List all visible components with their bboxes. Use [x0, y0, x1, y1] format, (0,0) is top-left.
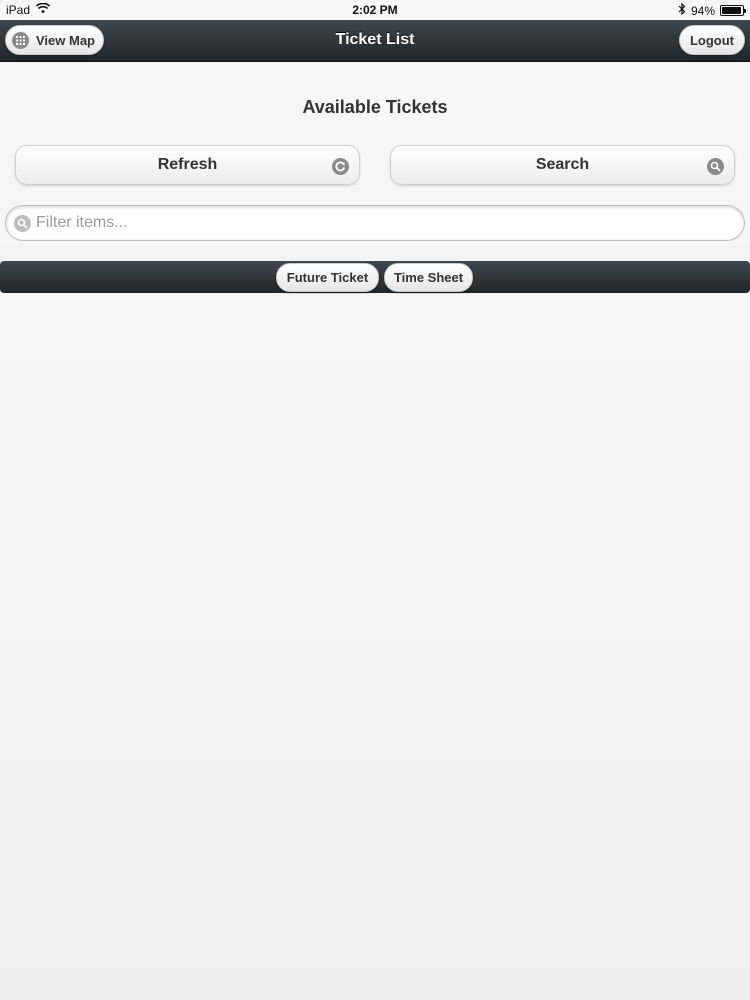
header-bar: View Map Ticket List Logout	[0, 20, 750, 62]
status-time: 2:02 PM	[352, 3, 398, 17]
status-bar: iPad 2:02 PM 94%	[0, 0, 750, 20]
bluetooth-icon	[678, 2, 686, 18]
search-label: Search	[535, 156, 590, 173]
ticket-list-area	[0, 294, 750, 1000]
tab-time-sheet[interactable]: Time Sheet	[384, 263, 473, 292]
filter-input[interactable]	[36, 212, 726, 234]
search-button[interactable]: Search	[390, 145, 735, 185]
bottom-navbar: Future Ticket Time Sheet	[0, 261, 750, 293]
battery-percent: 94%	[690, 3, 715, 18]
status-right: 94%	[678, 2, 746, 18]
refresh-icon	[332, 158, 349, 175]
refresh-label: Refresh	[157, 156, 218, 173]
filter-search-icon	[14, 215, 31, 232]
page-title-header: Ticket List	[335, 31, 415, 48]
logout-button[interactable]: Logout	[679, 25, 745, 55]
refresh-button[interactable]: Refresh	[15, 145, 360, 185]
tab-future-ticket[interactable]: Future Ticket	[276, 263, 379, 292]
battery-fill	[722, 7, 741, 14]
search-icon	[707, 158, 724, 175]
available-tickets-title: Available Tickets	[302, 97, 448, 117]
filter-field[interactable]	[5, 205, 745, 241]
battery-icon	[720, 5, 746, 16]
content-area: Available Tickets Refresh Search	[0, 63, 750, 246]
